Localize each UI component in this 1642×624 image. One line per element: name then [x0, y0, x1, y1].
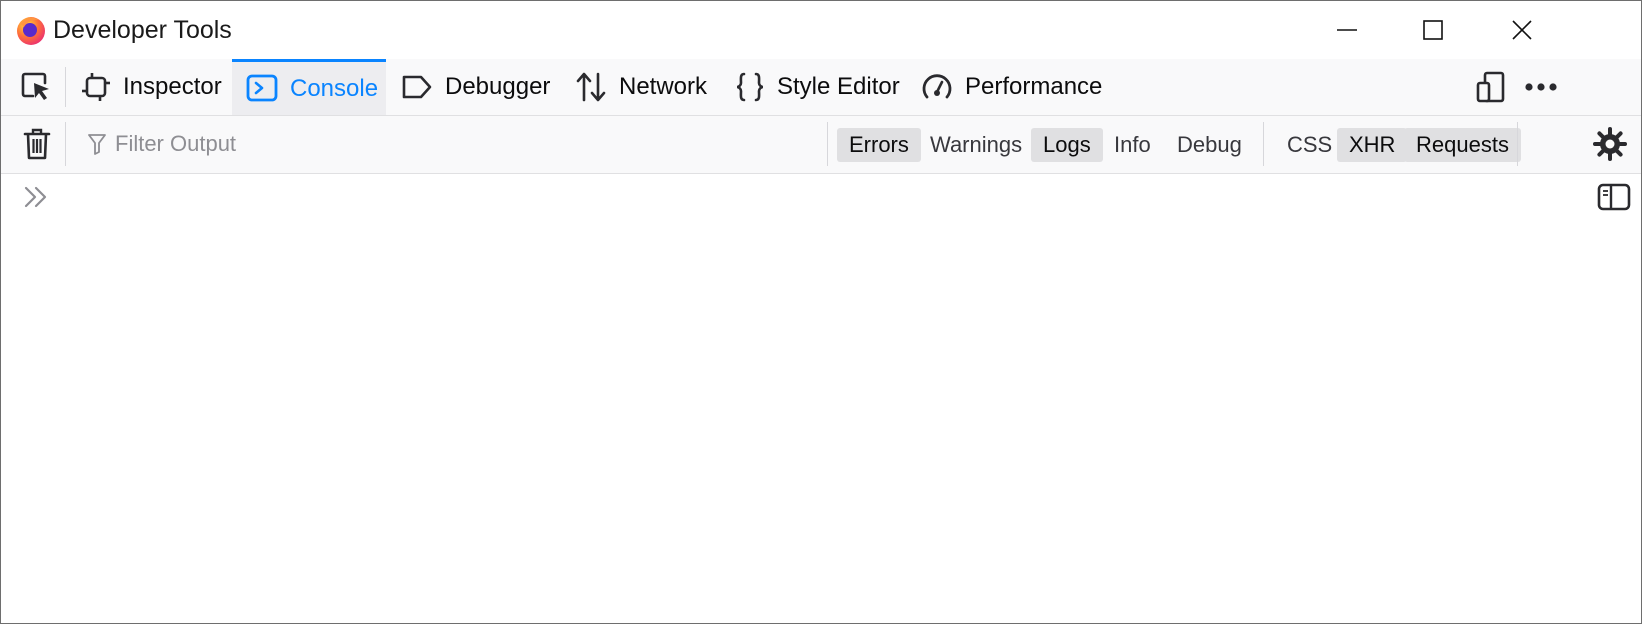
network-icon	[576, 72, 606, 102]
minimize-icon	[1337, 29, 1357, 31]
filterbar-separator	[65, 122, 66, 166]
filter-placeholder: Filter Output	[115, 131, 237, 156]
filterbar-separator	[1517, 122, 1518, 166]
filter-logs-button[interactable]: Logs	[1031, 128, 1103, 162]
filter-warnings-button[interactable]: Warnings	[918, 128, 1034, 162]
filter-xhr-button[interactable]: XHR	[1337, 128, 1408, 162]
close-icon	[1512, 20, 1532, 40]
tab-inspector[interactable]: Inspector	[69, 59, 231, 115]
close-button[interactable]	[1474, 1, 1570, 59]
inspector-icon	[82, 73, 110, 101]
filter-info-button[interactable]: Info	[1102, 128, 1163, 162]
tab-performance[interactable]: Performance	[907, 59, 1107, 115]
tab-console[interactable]: Console	[232, 59, 386, 115]
more-options-icon	[1525, 83, 1557, 91]
responsive-design-button[interactable]	[1469, 59, 1513, 115]
console-output-area[interactable]	[1, 174, 1641, 623]
maximize-icon	[1423, 20, 1443, 40]
gear-icon	[1593, 127, 1627, 161]
tab-style-editor[interactable]: Style Editor	[721, 59, 907, 115]
filter-css-button[interactable]: CSS	[1275, 128, 1344, 162]
filterbar-separator	[1263, 122, 1264, 166]
filter-requests-button[interactable]: Requests	[1404, 128, 1521, 162]
trash-icon	[23, 128, 51, 160]
filter-debug-button[interactable]: Debug	[1165, 128, 1254, 162]
tab-label: Console	[290, 74, 379, 102]
console-settings-button[interactable]	[1591, 125, 1629, 163]
minimize-button[interactable]	[1299, 1, 1395, 59]
console-prompt-icon	[24, 186, 47, 208]
performance-icon	[922, 74, 952, 99]
style-editor-icon	[736, 72, 764, 102]
filterbar-separator	[827, 122, 828, 166]
responsive-design-icon	[1476, 71, 1505, 103]
tab-label: Inspector	[123, 73, 222, 100]
title-bar: Developer Tools	[1, 1, 1641, 59]
filter-icon	[88, 134, 106, 155]
devtools-window: Developer Tools Inspector Console Debugg…	[0, 0, 1642, 624]
element-picker-icon	[21, 72, 49, 100]
element-picker-button[interactable]	[13, 59, 59, 115]
split-console-toggle-icon[interactable]	[1597, 182, 1631, 212]
tab-debugger[interactable]: Debugger	[387, 59, 557, 115]
filter-output-input[interactable]: Filter Output	[87, 126, 236, 162]
maximize-button[interactable]	[1385, 1, 1481, 59]
tab-label: Network	[619, 73, 708, 100]
tab-label: Debugger	[445, 73, 551, 100]
devtools-toolbar: Inspector Console Debugger Network Style…	[1, 59, 1641, 116]
tab-label: Performance	[965, 73, 1103, 100]
window-title: Developer Tools	[53, 16, 232, 44]
tab-network[interactable]: Network	[561, 59, 717, 115]
tab-label: Style Editor	[777, 73, 900, 100]
toolbar-separator	[65, 67, 66, 107]
filter-errors-button[interactable]: Errors	[837, 128, 921, 162]
console-icon	[246, 74, 278, 101]
debugger-icon	[402, 75, 432, 99]
more-options-button[interactable]	[1519, 59, 1563, 115]
firefox-logo-icon	[17, 17, 45, 45]
clear-console-button[interactable]	[19, 126, 55, 162]
console-filter-bar: Filter Output Errors Warnings Logs Info …	[1, 116, 1641, 174]
